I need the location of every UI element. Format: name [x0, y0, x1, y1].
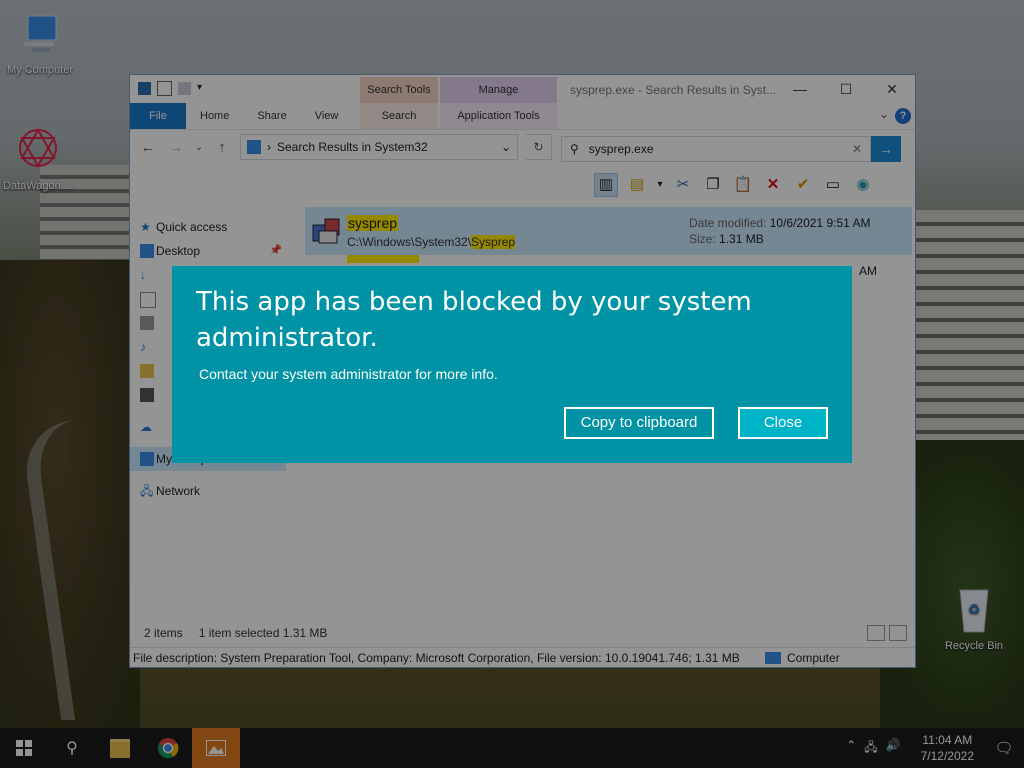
close-button[interactable]: Close	[738, 407, 828, 439]
copy-to-clipboard-button[interactable]: Copy to clipboard	[564, 407, 714, 439]
app-blocked-dialog: This app has been blocked by your system…	[172, 266, 852, 463]
dialog-title: This app has been blocked by your system…	[196, 287, 752, 353]
dialog-message: Contact your system administrator for mo…	[199, 366, 498, 382]
